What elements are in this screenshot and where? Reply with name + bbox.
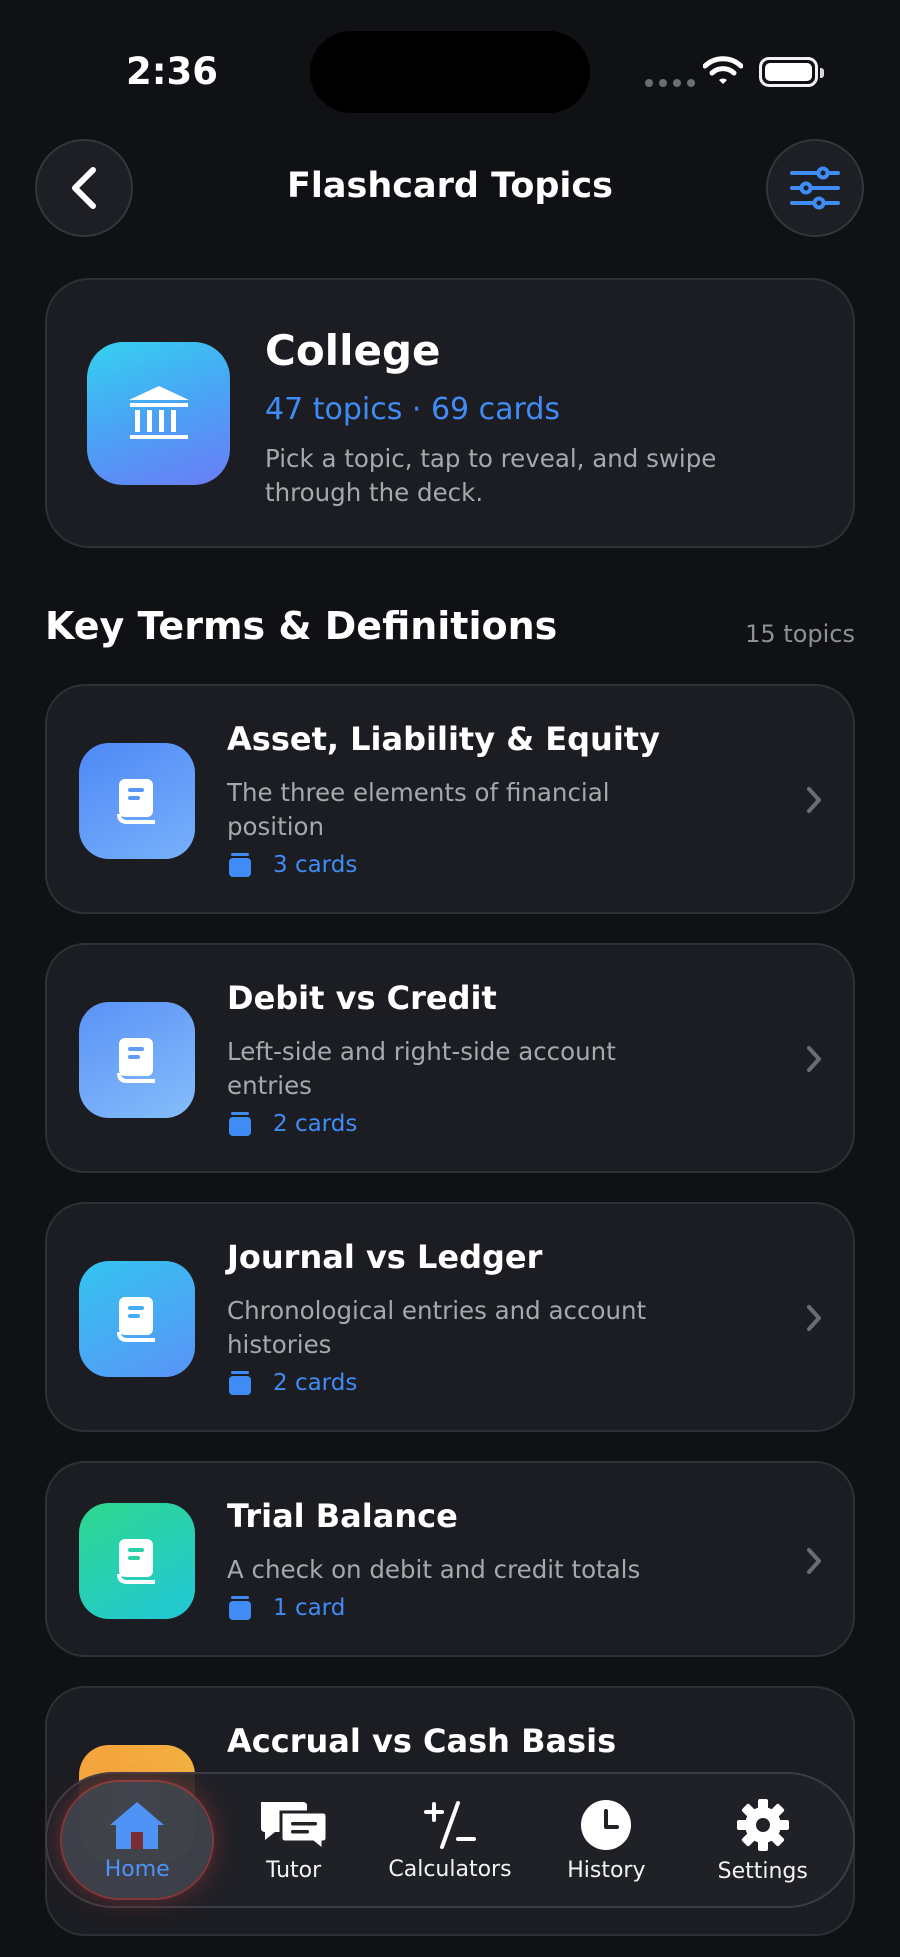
page-title: Flashcard Topics bbox=[286, 166, 614, 206]
tab-label: Calculators bbox=[388, 1856, 512, 1882]
tab-bar: Home Tutor Calculators History Settings bbox=[45, 1772, 855, 1908]
book-icon bbox=[79, 1002, 195, 1118]
card-count: 1 card bbox=[227, 1595, 345, 1621]
card-count-label: 3 cards bbox=[273, 852, 358, 878]
topic-title: Trial Balance bbox=[227, 1497, 458, 1535]
course-summary-card: College 47 topics · 69 cards Pick a topi… bbox=[45, 278, 855, 548]
section-topic-count: 15 topics bbox=[745, 620, 855, 648]
battery-icon bbox=[759, 57, 824, 87]
gear-icon bbox=[736, 1798, 789, 1851]
course-stats: 47 topics · 69 cards bbox=[265, 392, 561, 427]
tab-label: Home bbox=[104, 1856, 170, 1882]
wifi-icon bbox=[703, 56, 743, 84]
tab-label: Settings bbox=[717, 1858, 808, 1884]
sliders-icon bbox=[790, 166, 840, 210]
card-count: 2 cards bbox=[227, 1111, 357, 1137]
card-stack-icon bbox=[229, 1371, 251, 1395]
tab-label: History bbox=[567, 1857, 646, 1883]
card-count-label: 2 cards bbox=[273, 1111, 358, 1137]
status-time: 2:36 bbox=[126, 50, 219, 93]
dynamic-island bbox=[310, 31, 590, 113]
chat-icon bbox=[260, 1801, 329, 1852]
topic-title: Accrual vs Cash Basis bbox=[227, 1722, 617, 1760]
topic-title: Debit vs Credit bbox=[227, 979, 497, 1017]
book-icon bbox=[79, 1503, 195, 1619]
topic-card-debit-credit[interactable]: Debit vs Credit Left-side and right-side… bbox=[45, 943, 855, 1173]
chevron-right-icon bbox=[807, 1046, 821, 1072]
chevron-right-icon bbox=[807, 1548, 821, 1574]
card-count-label: 1 card bbox=[273, 1595, 346, 1621]
tab-settings[interactable]: Settings bbox=[688, 1782, 838, 1898]
topic-description: A check on debit and credit totals bbox=[227, 1555, 641, 1584]
topic-title: Asset, Liability & Equity bbox=[227, 720, 660, 758]
institution-icon bbox=[87, 342, 230, 485]
card-count: 2 cards bbox=[227, 1370, 357, 1396]
topic-description: Left-side and right-side account entries bbox=[227, 1037, 616, 1100]
card-count: 3 cards bbox=[227, 852, 357, 878]
chevron-right-icon bbox=[807, 1305, 821, 1331]
tab-history[interactable]: History bbox=[531, 1782, 681, 1898]
book-icon bbox=[79, 1261, 195, 1377]
card-count-label: 2 cards bbox=[273, 1370, 358, 1396]
topic-card-asset-liability-equity[interactable]: Asset, Liability & Equity The three elem… bbox=[45, 684, 855, 914]
topic-card-journal-ledger[interactable]: Journal vs Ledger Chronological entries … bbox=[45, 1202, 855, 1432]
chevron-right-icon bbox=[807, 787, 821, 813]
card-stack-icon bbox=[229, 1112, 251, 1136]
home-icon bbox=[110, 1801, 165, 1849]
book-icon bbox=[79, 743, 195, 859]
card-stack-icon bbox=[229, 853, 251, 877]
topic-description: The three elements of financial position bbox=[227, 778, 610, 841]
tab-calculators[interactable]: Calculators bbox=[375, 1782, 525, 1898]
tab-home[interactable]: Home bbox=[62, 1782, 213, 1898]
filter-button[interactable] bbox=[766, 139, 864, 237]
course-description: Pick a topic, tap to reveal, and swipe t… bbox=[265, 444, 717, 507]
card-stack-icon bbox=[229, 1596, 251, 1620]
topic-title: Journal vs Ledger bbox=[227, 1238, 543, 1276]
tab-tutor[interactable]: Tutor bbox=[219, 1782, 369, 1898]
topic-description: Chronological entries and account histor… bbox=[227, 1296, 647, 1359]
status-bar: 2:36 bbox=[0, 0, 900, 140]
topic-card-trial-balance[interactable]: Trial Balance A check on debit and credi… bbox=[45, 1461, 855, 1657]
cellular-signal-icon bbox=[645, 79, 695, 87]
tab-label: Tutor bbox=[265, 1857, 322, 1883]
section-title: Key Terms & Definitions bbox=[45, 604, 558, 648]
course-title: College bbox=[265, 326, 441, 375]
clock-icon bbox=[581, 1799, 632, 1850]
plus-minus-icon bbox=[423, 1800, 476, 1849]
